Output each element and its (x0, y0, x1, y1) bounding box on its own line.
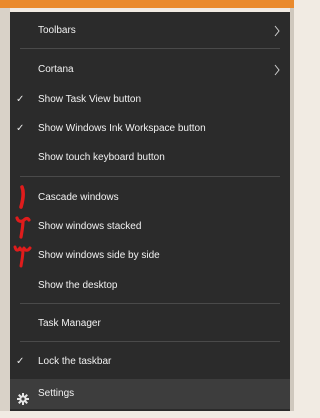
window-accent-bar (0, 0, 294, 8)
annotation-marker-2 (12, 214, 34, 240)
menu-item-label: Show touch keyboard button (38, 152, 165, 163)
annotation-marker-3 (12, 243, 34, 269)
background-edge-right (290, 8, 294, 411)
menu-item-show-task-view[interactable]: ✓ Show Task View button (10, 87, 290, 113)
menu-item-cascade-windows[interactable]: Cascade windows (10, 185, 290, 211)
menu-item-label: Show Windows Ink Workspace button (38, 123, 206, 134)
taskbar-context-menu: Toolbars Cortana ✓ Show Task View button… (10, 12, 290, 411)
background-edge-left (0, 8, 10, 411)
menu-item-label: Cascade windows (38, 192, 119, 203)
menu-separator (20, 341, 280, 342)
menu-item-show-windows-side-by-side[interactable]: Show windows side by side (10, 243, 290, 269)
menu-item-label: Show windows stacked (38, 221, 142, 232)
menu-item-show-touch-keyboard[interactable]: Show touch keyboard button (10, 145, 290, 171)
check-icon: ✓ (16, 123, 25, 134)
menu-item-label: Task Manager (38, 318, 101, 329)
menu-item-label: Show the desktop (38, 280, 118, 291)
chevron-right-icon (274, 57, 284, 83)
annotation-marker-1 (12, 185, 34, 211)
menu-item-show-windows-stacked[interactable]: Show windows stacked (10, 214, 290, 240)
menu-item-show-desktop[interactable]: Show the desktop (10, 273, 290, 299)
menu-separator (20, 176, 280, 177)
menu-item-task-manager[interactable]: Task Manager (10, 311, 290, 337)
check-icon: ✓ (16, 94, 25, 105)
gear-icon (17, 388, 29, 405)
menu-item-label: Settings (38, 388, 75, 399)
check-icon: ✓ (16, 356, 25, 367)
menu-item-settings[interactable]: Settings (10, 379, 290, 409)
menu-item-label: Show windows side by side (38, 250, 160, 261)
menu-item-label: Show Task View button (38, 94, 142, 105)
menu-item-label: Toolbars (38, 25, 76, 36)
menu-item-lock-taskbar[interactable]: ✓ Lock the taskbar (10, 349, 290, 375)
menu-separator (20, 48, 280, 49)
menu-separator (20, 303, 280, 304)
menu-item-cortana[interactable]: Cortana (10, 57, 290, 83)
menu-item-label: Cortana (38, 64, 74, 75)
menu-item-label: Lock the taskbar (38, 356, 112, 367)
menu-item-show-ink-workspace[interactable]: ✓ Show Windows Ink Workspace button (10, 116, 290, 142)
chevron-right-icon (274, 18, 284, 44)
menu-item-toolbars[interactable]: Toolbars (10, 18, 290, 44)
